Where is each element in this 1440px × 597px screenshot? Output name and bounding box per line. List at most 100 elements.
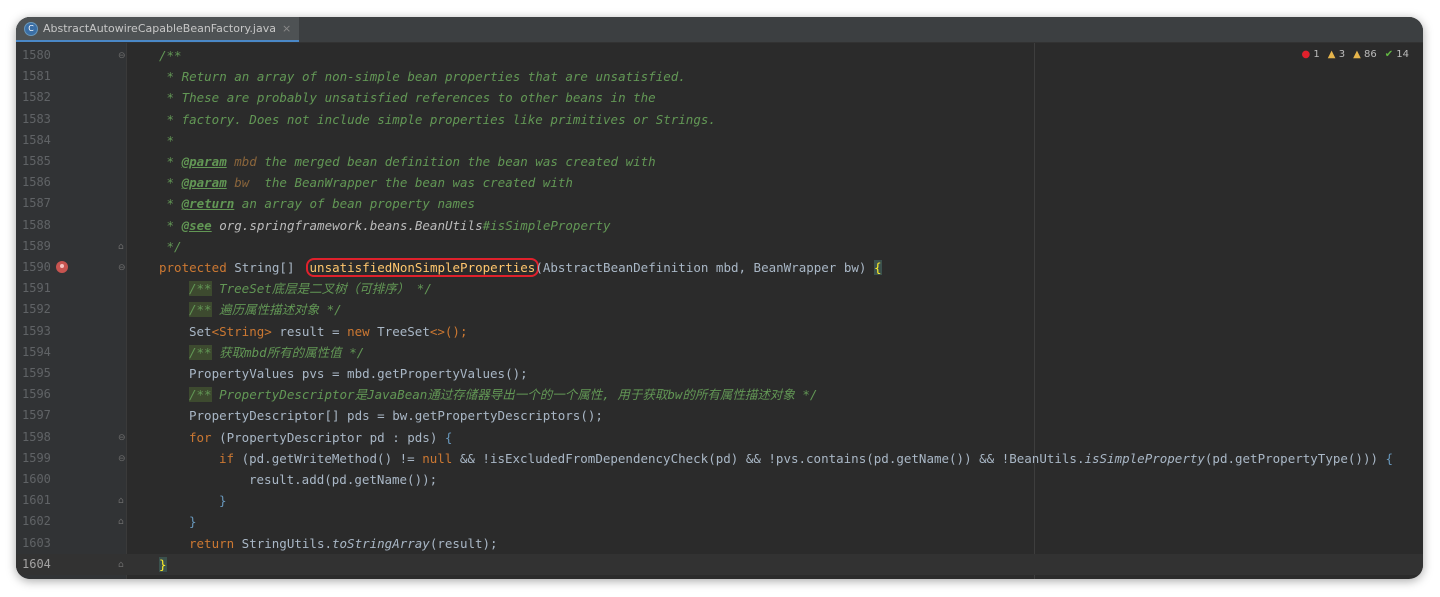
editor-tab-label: AbstractAutowireCapableBeanFactory.java bbox=[43, 22, 276, 35]
keyword-token: new bbox=[347, 323, 370, 339]
code-token: the merged bean definition the bean was … bbox=[256, 154, 656, 169]
code-token: * bbox=[159, 175, 182, 191]
line-number: 1598 bbox=[22, 429, 51, 444]
code-token: String[] bbox=[226, 260, 310, 275]
code-token: * bbox=[159, 217, 182, 233]
fold-icon[interactable]: ⊖ bbox=[118, 433, 126, 443]
code-token: an array of bean property names bbox=[234, 196, 476, 212]
javadoc-tag: @see bbox=[181, 217, 212, 233]
fold-end-icon[interactable]: ⌂ bbox=[118, 560, 126, 570]
brace-token: } bbox=[159, 556, 167, 572]
code-token: result = bbox=[271, 323, 348, 339]
code-line[interactable]: 1599 ⊖ if (pd.getWriteMethod() != null &… bbox=[16, 448, 1423, 469]
line-number: 1604 bbox=[22, 556, 51, 571]
code-token: /** bbox=[189, 387, 212, 403]
editor-tab[interactable]: C AbstractAutowireCapableBeanFactory.jav… bbox=[16, 17, 300, 42]
line-number: 1599 bbox=[22, 450, 51, 465]
code-line[interactable]: 1593 Set<String> result = new TreeSet<>(… bbox=[16, 321, 1423, 342]
line-number: 1593 bbox=[22, 323, 51, 338]
fold-end-icon[interactable]: ⌂ bbox=[118, 242, 126, 252]
code-token: 获取mbd所有的属性值 */ bbox=[211, 344, 365, 360]
keyword-token: null bbox=[422, 450, 453, 466]
code-text: Set<String> result = new TreeSet<>(); bbox=[189, 321, 468, 342]
code-text: * @see org.springframework.beans.BeanUti… bbox=[159, 215, 611, 236]
code-line[interactable]: 1597 PropertyDescriptor[] pds = bw.getPr… bbox=[16, 405, 1423, 426]
line-number: 1587 bbox=[22, 196, 51, 211]
code-line[interactable]: 1595 PropertyValues pvs = mbd.getPropert… bbox=[16, 363, 1423, 384]
close-icon[interactable]: × bbox=[282, 22, 291, 35]
code-text: PropertyDescriptor[] pds = bw.getPropert… bbox=[189, 408, 603, 424]
line-number: 1581 bbox=[22, 69, 51, 84]
code-line[interactable]: 1585 * @param mbd the merged bean defini… bbox=[16, 151, 1423, 172]
code-text: * These are probably unsatisfied referen… bbox=[159, 90, 656, 106]
code-token: TreeSet底层是二叉树（可排序） */ bbox=[211, 281, 432, 297]
code-text: /** 获取mbd所有的属性值 */ bbox=[189, 342, 364, 363]
code-text: if (pd.getWriteMethod() != null && !isEx… bbox=[219, 448, 1393, 469]
line-number: 1585 bbox=[22, 154, 51, 168]
code-line[interactable]: 1594 /** 获取mbd所有的属性值 */ bbox=[16, 342, 1423, 363]
code-token: (AbstractBeanDefinition mbd, BeanWrapper… bbox=[535, 260, 874, 275]
breakpoint-icon[interactable] bbox=[56, 261, 68, 273]
line-number: 1595 bbox=[22, 366, 51, 380]
line-number: 1600 bbox=[22, 472, 51, 486]
code-line[interactable]: 1589 ⌂ */ bbox=[16, 236, 1423, 257]
java-class-icon: C bbox=[24, 21, 38, 36]
line-number: 1594 bbox=[22, 344, 51, 359]
code-line[interactable]: 1584 * bbox=[16, 130, 1423, 151]
javadoc-link-member[interactable]: #isSimpleProperty bbox=[483, 218, 611, 233]
code-line[interactable]: 1601 ⌂ } bbox=[16, 490, 1423, 511]
code-text: } bbox=[159, 554, 167, 575]
code-text: /** 遍历属性描述对象 */ bbox=[189, 299, 342, 320]
code-token: (pd.getPropertyType())) bbox=[1204, 450, 1386, 466]
brace-token: { bbox=[444, 429, 453, 445]
code-text: protected String[] unsatisfiedNonSimpleP… bbox=[159, 257, 882, 278]
javadoc-tag: @param bbox=[181, 175, 227, 191]
code-text: * @param mbd the merged bean definition … bbox=[159, 151, 656, 172]
fold-icon[interactable]: ⊖ bbox=[118, 51, 126, 61]
keyword-token: for bbox=[189, 429, 212, 445]
brace-token: { bbox=[1385, 450, 1394, 466]
code-line[interactable]: 1583 * factory. Does not include simple … bbox=[16, 109, 1423, 130]
fold-end-icon[interactable]: ⌂ bbox=[118, 517, 126, 527]
code-line[interactable]: 1587 * @return an array of bean property… bbox=[16, 193, 1423, 214]
method-name[interactable]: unsatisfiedNonSimpleProperties bbox=[310, 260, 536, 275]
code-line[interactable]: 1591 /** TreeSet底层是二叉树（可排序） */ bbox=[16, 278, 1423, 299]
code-line[interactable]: 1582 * These are probably unsatisfied re… bbox=[16, 87, 1423, 108]
code-text: PropertyValues pvs = mbd.getPropertyValu… bbox=[189, 366, 528, 381]
code-token: * bbox=[159, 196, 182, 212]
code-text: * @return an array of bean property name… bbox=[159, 193, 476, 214]
line-number: 1597 bbox=[22, 408, 51, 423]
code-text: for (PropertyDescriptor pd : pds) { bbox=[189, 427, 452, 448]
code-token: PropertyDescriptor是JavaBean通过存储器导出一个的一个属… bbox=[211, 387, 818, 403]
code-editor[interactable]: ● 1 ▲ 3 ▲ 86 ✔ 14 1580 ⊖ /** 1581 * Retu… bbox=[16, 43, 1423, 579]
code-token: Set bbox=[189, 323, 212, 339]
keyword-token: if bbox=[219, 450, 235, 466]
javadoc-link[interactable]: org.springframework.beans.BeanUtils bbox=[212, 218, 482, 233]
fold-icon[interactable]: ⊖ bbox=[118, 263, 126, 273]
code-line-current[interactable]: 1604 ⌂ } bbox=[16, 553, 1423, 575]
code-line[interactable]: 1592 /** 遍历属性描述对象 */ bbox=[16, 299, 1423, 320]
code-line[interactable]: 1600 result.add(pd.getName()); bbox=[16, 469, 1423, 490]
code-line[interactable]: 1603 return StringUtils.toStringArray(re… bbox=[16, 533, 1423, 554]
code-line[interactable]: 1598 ⊖ for (PropertyDescriptor pd : pds)… bbox=[16, 427, 1423, 448]
line-number: 1601 bbox=[22, 493, 51, 508]
line-number: 1603 bbox=[22, 535, 51, 550]
code-token: TreeSet bbox=[369, 323, 430, 339]
code-line[interactable]: 1586 * @param bw the BeanWrapper the bea… bbox=[16, 172, 1423, 193]
code-token: the BeanWrapper the bean was created wit… bbox=[249, 175, 573, 191]
code-line[interactable]: 1602 ⌂ } bbox=[16, 511, 1423, 532]
code-text: } bbox=[189, 514, 197, 530]
line-number: 1596 bbox=[22, 387, 51, 402]
code-line[interactable]: 1580 ⊖ /** bbox=[16, 45, 1423, 66]
code-line[interactable]: 1590 ⊖ protected String[] unsatisfiedNon… bbox=[16, 257, 1423, 278]
fold-end-icon[interactable]: ⌂ bbox=[118, 496, 126, 506]
code-line[interactable]: 1581 * Return an array of non-simple bea… bbox=[16, 66, 1423, 87]
fold-icon[interactable]: ⊖ bbox=[118, 454, 126, 464]
code-line[interactable]: 1596 /** PropertyDescriptor是JavaBean通过存储… bbox=[16, 384, 1423, 405]
line-number: 1589 bbox=[22, 238, 51, 253]
code-token: /** bbox=[189, 302, 212, 318]
code-text: /** PropertyDescriptor是JavaBean通过存储器导出一个… bbox=[189, 384, 817, 405]
code-text: */ bbox=[159, 238, 182, 254]
code-text: } bbox=[219, 493, 227, 509]
code-line[interactable]: 1588 * @see org.springframework.beans.Be… bbox=[16, 215, 1423, 236]
